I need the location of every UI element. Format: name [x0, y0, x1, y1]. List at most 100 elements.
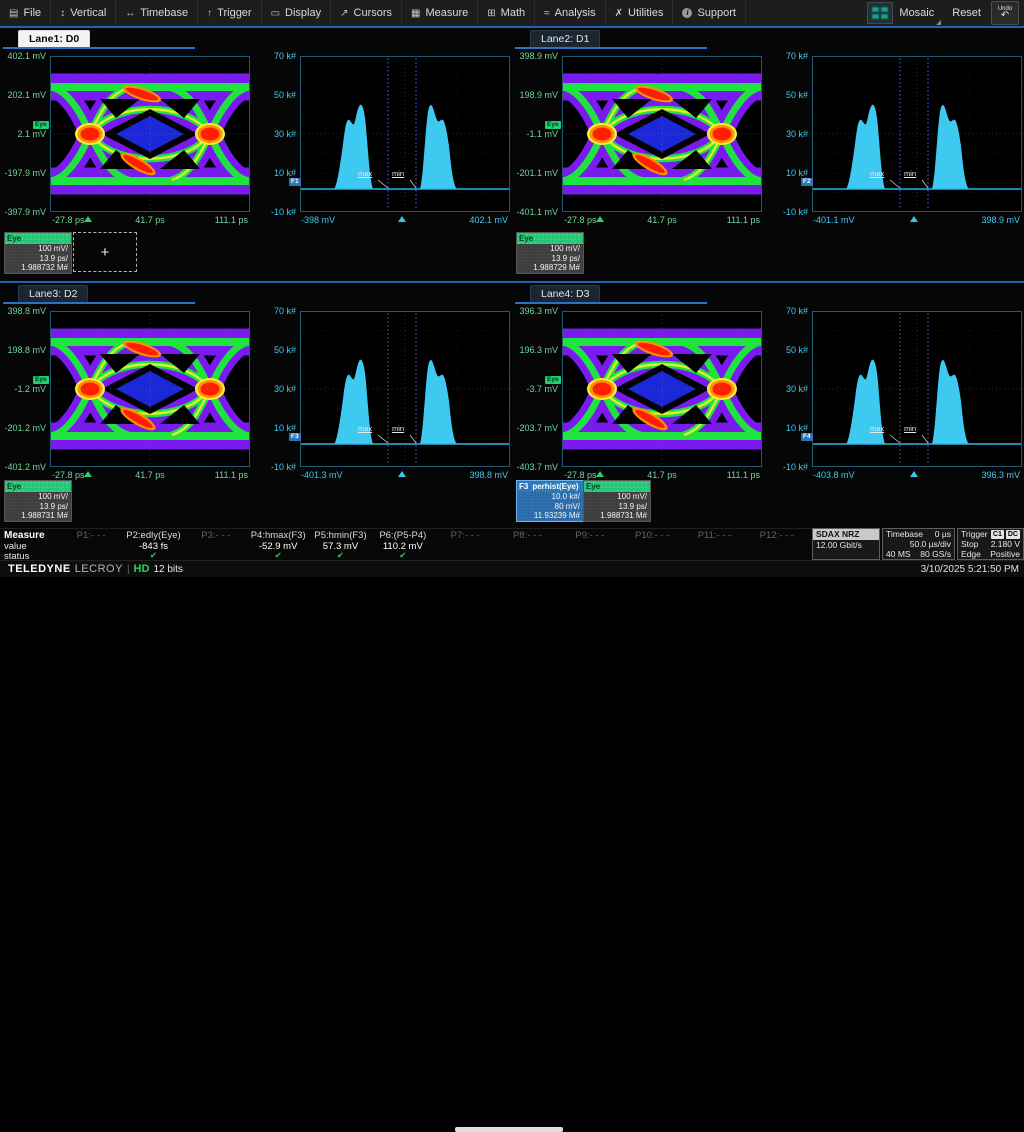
acquisition-progress-bar	[455, 1127, 563, 1132]
menu-math[interactable]: ⊞Math	[478, 0, 535, 26]
eye-diagram-lane2[interactable]	[562, 56, 762, 212]
eye-x-tick: 111.1 ps	[562, 215, 760, 225]
eye-descriptor-box[interactable]: Eye 100 mV/ 13.9 ps/ 1.988732 M#	[4, 232, 72, 274]
dropdown-corner-icon	[936, 20, 941, 25]
hist-min-annotation: min	[904, 424, 916, 433]
eye-y-tick: 198.8 mV	[0, 345, 46, 355]
hist-y-tick: 10 k#	[760, 423, 808, 433]
vertical-arrows-icon: ↕	[60, 8, 65, 19]
undo-button[interactable]: Undo ↶	[991, 1, 1019, 25]
hist-trace-badge[interactable]: F2	[801, 178, 813, 186]
eye-descriptor-box[interactable]: Eye 100 mV/ 13.9 ps/ 1.988731 M#	[4, 480, 72, 522]
measure-col-header[interactable]: P1:- - -	[60, 530, 122, 541]
eye-y-tick: 398.9 mV	[512, 51, 558, 61]
menu-timebase[interactable]: ↔Timebase	[116, 0, 198, 26]
menu-file[interactable]: ▤File	[0, 0, 51, 26]
eye-y-tick: -1.1 mV	[512, 129, 558, 139]
hist-trace-badge[interactable]: F1	[289, 178, 301, 186]
measure-col-header[interactable]: P8:- - -	[496, 530, 558, 541]
eye-diagram-lane4[interactable]	[562, 311, 762, 467]
hist-y-tick: 50 k#	[760, 90, 808, 100]
trigger-type: Edge	[961, 549, 981, 559]
hist-axis-marker	[910, 216, 918, 222]
measure-col-header[interactable]: P5:hmin(F3)	[309, 530, 371, 541]
tab-lane3[interactable]: Lane3: D2	[18, 285, 88, 302]
menu-trigger[interactable]: ↑Trigger	[198, 0, 261, 26]
measure-col-header[interactable]: P10:- - -	[621, 530, 683, 541]
histogram-lane4[interactable]	[812, 311, 1022, 467]
timebase-info-box[interactable]: Timebase0 µs 50.0 µs/div 40 MS80 GS/s	[882, 528, 955, 560]
hist-axis-marker	[910, 471, 918, 477]
measure-col-header[interactable]: P6:(P5-P4)	[372, 530, 434, 541]
descriptor-hscale: 13.9 ps/	[517, 254, 583, 264]
menu-bar: ▤File ↕Vertical ↔Timebase ↑Trigger ▭Disp…	[0, 0, 1024, 26]
measure-col-header[interactable]: P3:- - -	[185, 530, 247, 541]
hist-y-tick: 10 k#	[248, 168, 296, 178]
signal-info-box[interactable]: SDAX NRZ 12.00 Gbit/s	[812, 528, 880, 560]
eye-y-tick: -197.9 mV	[0, 168, 46, 178]
calculator-icon: ⊞	[487, 8, 495, 19]
eye-trace-badge[interactable]: Eye	[545, 121, 561, 129]
hist-y-tick: -10 k#	[760, 462, 808, 472]
eye-trace-badge[interactable]: Eye	[33, 376, 49, 384]
eye-descriptor-box[interactable]: Eye 100 mV/ 13.9 ps/ 1.988729 M#	[516, 232, 584, 274]
hist-trace-badge[interactable]: F4	[801, 433, 813, 441]
mosaic-button[interactable]: Mosaic	[865, 0, 942, 26]
menu-cursors[interactable]: ↗Cursors	[331, 0, 402, 26]
trigger-source-badge: C1	[991, 530, 1004, 539]
mosaic-grid-icon	[867, 2, 893, 24]
eye-x-tick: 111.1 ps	[50, 470, 248, 480]
hist-min-annotation: min	[392, 169, 404, 178]
menu-analysis[interactable]: ≈Analysis	[535, 0, 605, 26]
brand-teledyne: TELEDYNE	[8, 563, 71, 575]
descriptor-vscale: 100 mV/	[584, 492, 650, 502]
hist-y-tick: 70 k#	[760, 51, 808, 61]
tab-lane2[interactable]: Lane2: D1	[530, 30, 600, 47]
eye-trace-badge[interactable]: Eye	[33, 121, 49, 129]
tab-lane4[interactable]: Lane4: D3	[530, 285, 600, 302]
trigger-arrow-icon: ↑	[207, 8, 212, 19]
menu-support[interactable]: iSupport	[673, 0, 746, 26]
tab-lane1[interactable]: Lane1: D0	[18, 30, 90, 47]
hist-y-tick: -10 k#	[248, 462, 296, 472]
menu-utilities-label: Utilities	[628, 7, 663, 19]
reset-button[interactable]: Reset	[952, 7, 981, 19]
hist-y-tick: 70 k#	[248, 306, 296, 316]
measure-col-header[interactable]: P7:- - -	[434, 530, 496, 541]
menu-support-label: Support	[697, 7, 736, 19]
measure-col-header[interactable]: P12:- - -	[746, 530, 808, 541]
trigger-info-box[interactable]: TriggerC1DC Stop2.180 V EdgePositive	[957, 528, 1024, 560]
histogram-lane1[interactable]	[300, 56, 510, 212]
eye-descriptor-box[interactable]: Eye 100 mV/ 13.9 ps/ 1.988731 M#	[583, 480, 651, 522]
f3-descriptor-box[interactable]: F3 perhist(Eye) 10.0 k#/ 80 mV/ 11.93239…	[516, 480, 584, 522]
add-trace-button[interactable]: +	[73, 232, 137, 272]
hist-min-annotation: min	[904, 169, 916, 178]
histogram-lane2[interactable]	[812, 56, 1022, 212]
eye-axis-marker	[596, 216, 604, 222]
hist-trace-badge[interactable]: F3	[289, 433, 301, 441]
eye-y-tick: -201.1 mV	[512, 168, 558, 178]
eye-trace-badge[interactable]: Eye	[545, 376, 561, 384]
lane3-panel: Lane3: D2 398.8 mV 198.8 mV -1.2 mV -201…	[0, 283, 512, 528]
eye-diagram-lane3[interactable]	[50, 311, 250, 467]
measure-col-header[interactable]: P9:- - -	[559, 530, 621, 541]
eye-diagram-lane1[interactable]	[50, 56, 250, 212]
menu-measure[interactable]: ▦Measure	[402, 0, 478, 26]
histogram-lane3[interactable]	[300, 311, 510, 467]
measure-col-header[interactable]: P2:edly(Eye)	[122, 530, 184, 541]
eye-axis-marker	[596, 471, 604, 477]
trigger-title: Trigger	[961, 529, 988, 539]
measure-col-header[interactable]: P4:hmax(F3)	[247, 530, 309, 541]
hist-y-tick: 30 k#	[248, 129, 296, 139]
menu-vertical[interactable]: ↕Vertical	[51, 0, 116, 26]
descriptor-hscale: 13.9 ps/	[5, 502, 71, 512]
hist-y-tick: 30 k#	[248, 384, 296, 394]
undo-arrow-icon: ↶	[1001, 11, 1009, 21]
menu-utilities[interactable]: ✗Utilities	[606, 0, 674, 26]
measure-col-header[interactable]: P11:- - -	[683, 530, 745, 541]
menu-display[interactable]: ▭Display	[262, 0, 332, 26]
menu-file-label: File	[23, 7, 41, 19]
hist-y-tick: 70 k#	[760, 306, 808, 316]
hist-y-tick: 50 k#	[760, 345, 808, 355]
hist-y-tick: 70 k#	[248, 51, 296, 61]
